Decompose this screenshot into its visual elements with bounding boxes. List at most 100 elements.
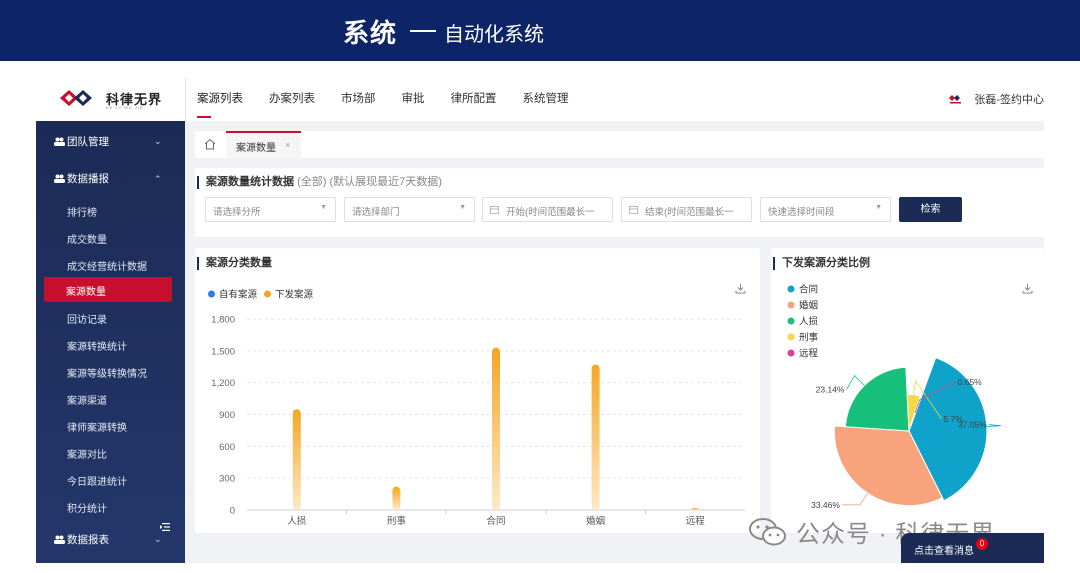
caret-down-icon: ▼ bbox=[459, 204, 466, 211]
banner-subtitle: 自动化系统 bbox=[444, 24, 544, 46]
legend-marker bbox=[787, 333, 795, 341]
sidebar-item-level-conversion[interactable]: 案源等级转换情况 bbox=[67, 365, 147, 380]
sidebar-item-conversion-stats[interactable]: 案源转换统计 bbox=[67, 338, 127, 353]
sidebar-item-label: 案源数量 bbox=[66, 287, 106, 298]
home-icon[interactable] bbox=[203, 137, 217, 151]
message-button[interactable]: 点击查看消息 0 bbox=[901, 533, 1044, 563]
menu-collapse-icon[interactable] bbox=[160, 522, 170, 532]
x-tick-label: 刑事 bbox=[387, 515, 407, 527]
bar-chart: 自有案源 下发案源 0 300 600 900 1,200 1,500 1,800 人损 刑事 合同 婚… bbox=[208, 289, 745, 527]
legend-label: 人损 bbox=[799, 316, 819, 328]
banner-title: 系统 bbox=[343, 18, 398, 48]
y-tick-label: 1,800 bbox=[211, 315, 235, 326]
pie-data-label: 0.65% bbox=[958, 377, 983, 387]
y-tick-label: 900 bbox=[219, 410, 235, 421]
top-nav: 案源列表 办案列表 市场部 审批 律所配置 系统管理 bbox=[197, 90, 595, 118]
user-menu[interactable]: 张磊-签约中心 bbox=[949, 91, 1044, 107]
bar bbox=[691, 507, 700, 510]
filter-title: 案源数量统计数据 (全部) (默认展现最近7天数据) bbox=[197, 176, 442, 189]
sidebar-item-points[interactable]: 积分统计 bbox=[67, 500, 107, 515]
sidebar-item-ranking[interactable]: 排行榜 bbox=[67, 204, 97, 219]
legend-item: 远程 bbox=[787, 349, 819, 360]
search-button[interactable]: 检索 bbox=[899, 197, 962, 222]
chevron-down-icon: ⌄ bbox=[154, 136, 162, 146]
legend-marker bbox=[787, 301, 795, 309]
nav-item-firm-config[interactable]: 律所配置 bbox=[451, 90, 497, 106]
y-tick-label: 1,200 bbox=[211, 378, 235, 389]
x-tick-label: 远程 bbox=[686, 516, 706, 527]
top-bar: 科律无界 KE LV WU JIE 案源列表 办案列表 市场部 审批 律所配置 … bbox=[36, 70, 1044, 121]
calendar-icon bbox=[490, 206, 499, 214]
department-select[interactable]: 请选择部门 ▼ bbox=[344, 197, 475, 222]
branch-select-placeholder: 请选择分所 bbox=[213, 207, 261, 218]
start-date-placeholder: 开始(时间范围最长一 bbox=[506, 207, 595, 218]
close-icon[interactable]: × bbox=[285, 140, 290, 150]
sidebar-item-today-follow[interactable]: 今日跟进统计 bbox=[67, 473, 127, 488]
banner-dash bbox=[410, 30, 436, 32]
legend-label: 婚姻 bbox=[799, 300, 818, 312]
bar bbox=[492, 347, 500, 510]
filter-scope: (全部) bbox=[297, 176, 327, 188]
legend-item: 刑事 bbox=[787, 332, 819, 344]
sidebar-group-label: 数据播报 bbox=[67, 173, 109, 185]
message-count-badge: 0 bbox=[976, 538, 988, 550]
legend-marker bbox=[787, 349, 795, 357]
quick-range-select[interactable]: 快速选择时间段 ▼ bbox=[760, 197, 891, 222]
nav-item-marketing[interactable]: 市场部 bbox=[341, 90, 376, 106]
bar-chart-card: 案源分类数量 自有案源 下发案源 0 300 600 900 1,200 1,500 1,800… bbox=[195, 248, 760, 533]
logo-tagline: KE LV WU JIE bbox=[106, 105, 144, 110]
sidebar-group-label: 数据报表 bbox=[67, 534, 109, 546]
sidebar-item-deal-count[interactable]: 成交数量 bbox=[67, 231, 107, 246]
chevron-up-icon: ⌃ bbox=[154, 174, 162, 184]
sidebar-group-data-tables[interactable]: 数据报表 ⌄ bbox=[54, 532, 162, 547]
legend-label: 下发案源 bbox=[275, 289, 314, 301]
legend-item: 下发案源 bbox=[264, 289, 314, 301]
legend-marker bbox=[787, 317, 795, 325]
end-date-input[interactable]: 结束(时间范围最长一 bbox=[621, 197, 752, 222]
users-icon bbox=[54, 137, 65, 146]
tab-label: 案源数量 bbox=[236, 143, 276, 154]
wechat-icon bbox=[749, 517, 786, 545]
nav-item-approval[interactable]: 审批 bbox=[402, 90, 425, 106]
sidebar-group-data-report[interactable]: 数据播报 ⌃ bbox=[54, 171, 162, 186]
sidebar-item-follow-up[interactable]: 回访记录 bbox=[67, 311, 107, 326]
nav-item-system-admin[interactable]: 系统管理 bbox=[523, 90, 569, 106]
legend-item: 人损 bbox=[787, 316, 819, 328]
pie-slice bbox=[844, 366, 910, 432]
sidebar-item-lawyer-conversion[interactable]: 律师案源转换 bbox=[67, 419, 127, 434]
sidebar-item-comparison[interactable]: 案源对比 bbox=[67, 446, 107, 461]
bar bbox=[591, 364, 600, 510]
legend-label: 自有案源 bbox=[219, 289, 258, 301]
y-tick-label: 300 bbox=[219, 474, 235, 485]
y-tick-label: 1,500 bbox=[211, 346, 235, 357]
legend-marker bbox=[787, 285, 795, 293]
sidebar-item-case-count[interactable]: 案源数量 bbox=[44, 277, 172, 302]
caret-down-icon: ▼ bbox=[875, 204, 882, 211]
tab-bar: 案源数量 × bbox=[195, 131, 1044, 158]
legend-item: 婚姻 bbox=[787, 300, 818, 312]
legend-label: 合同 bbox=[799, 284, 818, 296]
sidebar-group-team[interactable]: 团队管理 ⌄ bbox=[54, 134, 162, 149]
sidebar-item-channels[interactable]: 案源渠道 bbox=[67, 392, 107, 407]
pie-chart: 合同婚姻人损刑事远程37.05%33.46%23.14%5.7%0.65% bbox=[787, 284, 1001, 510]
sidebar-item-deal-stats[interactable]: 成交经营统计数据 bbox=[67, 258, 147, 273]
nav-item-case-source-list[interactable]: 案源列表 bbox=[197, 90, 243, 118]
leader-line bbox=[841, 492, 869, 506]
pie-data-label: 5.7% bbox=[944, 414, 964, 424]
caret-down-icon: ▼ bbox=[320, 204, 327, 211]
topbar-divider bbox=[185, 78, 186, 121]
branch-select[interactable]: 请选择分所 ▼ bbox=[205, 197, 336, 222]
x-tick-label: 婚姻 bbox=[586, 515, 605, 527]
users-icon bbox=[54, 174, 65, 183]
x-tick-label: 人损 bbox=[287, 515, 307, 527]
legend-label: 远程 bbox=[799, 349, 819, 360]
department-select-placeholder: 请选择部门 bbox=[352, 207, 400, 218]
tab-case-count[interactable]: 案源数量 × bbox=[226, 131, 301, 158]
pie-chart-card: 下发案源分类比例 合同 婚姻 人损 刑事 远程 37.05% 33.46% 23.14% 5.7… bbox=[771, 248, 1044, 533]
legend-item: 合同 bbox=[787, 284, 818, 296]
app-window: 科律无界 KE LV WU JIE 案源列表 办案列表 市场部 审批 律所配置 … bbox=[36, 70, 1044, 563]
y-tick-label: 600 bbox=[219, 442, 235, 453]
user-name: 张磊-签约中心 bbox=[974, 94, 1044, 106]
nav-item-case-handling-list[interactable]: 办案列表 bbox=[269, 90, 315, 106]
start-date-input[interactable]: 开始(时间范围最长一 bbox=[482, 197, 613, 222]
